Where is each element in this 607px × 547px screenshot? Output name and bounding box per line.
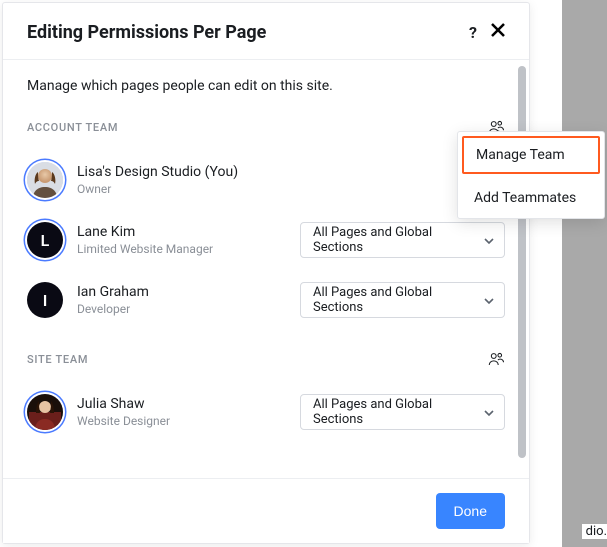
member-row: L Lane KimLimited Website Manager All Page… bbox=[27, 210, 505, 270]
section-title-account: ACCOUNT TEAM bbox=[27, 121, 118, 134]
scrollbar[interactable] bbox=[518, 66, 526, 458]
permission-select[interactable]: All Pages and Global Sections bbox=[300, 222, 505, 258]
member-role: Owner bbox=[77, 182, 505, 198]
team-icon[interactable] bbox=[487, 350, 505, 368]
background-panel bbox=[562, 0, 607, 547]
member-name: Lane Kim bbox=[77, 223, 300, 241]
team-popover: Manage Team Add Teammates bbox=[457, 131, 605, 219]
member-role: Limited Website Manager bbox=[77, 242, 300, 258]
background-text-fragment: dio. bbox=[582, 524, 607, 539]
site-team-header: SITE TEAM bbox=[27, 350, 505, 368]
permission-select-label: All Pages and Global Sections bbox=[313, 225, 484, 255]
member-name: Julia Shaw bbox=[77, 395, 300, 413]
avatar: L bbox=[27, 222, 63, 258]
done-button[interactable]: Done bbox=[436, 493, 505, 529]
help-icon[interactable]: ? bbox=[469, 23, 477, 42]
popover-item-add-teammates[interactable]: Add Teammates bbox=[458, 178, 604, 218]
permissions-modal: Editing Permissions Per Page ? Manage wh… bbox=[2, 2, 530, 544]
popover-item-manage-team[interactable]: Manage Team bbox=[462, 136, 600, 174]
close-icon[interactable] bbox=[489, 21, 507, 43]
avatar: I bbox=[27, 282, 63, 318]
member-row: Julia ShawWebsite Designer All Pages and … bbox=[27, 382, 505, 442]
member-info: Lisa's Design Studio (You)Owner bbox=[77, 163, 505, 198]
member-row: Lisa's Design Studio (You)Owner bbox=[27, 150, 505, 210]
permission-select-label: All Pages and Global Sections bbox=[313, 285, 484, 315]
modal-title: Editing Permissions Per Page bbox=[27, 22, 266, 43]
modal-subtitle: Manage which pages people can edit on th… bbox=[27, 78, 505, 94]
modal-body: Manage which pages people can edit on th… bbox=[3, 60, 529, 478]
member-info: Ian GrahamDeveloper bbox=[77, 283, 300, 318]
modal-footer: Done bbox=[3, 478, 529, 543]
member-info: Julia ShawWebsite Designer bbox=[77, 395, 300, 430]
member-name: Ian Graham bbox=[77, 283, 300, 301]
chevron-down-icon bbox=[484, 235, 494, 245]
permission-select[interactable]: All Pages and Global Sections bbox=[300, 394, 505, 430]
modal-header: Editing Permissions Per Page ? bbox=[3, 3, 529, 60]
member-role: Website Designer bbox=[77, 414, 300, 430]
chevron-down-icon bbox=[484, 407, 494, 417]
permission-select[interactable]: All Pages and Global Sections bbox=[300, 282, 505, 318]
permission-select-label: All Pages and Global Sections bbox=[313, 397, 484, 427]
avatar bbox=[27, 162, 63, 198]
member-row: I Ian GrahamDeveloper All Pages and Global… bbox=[27, 270, 505, 330]
member-name: Lisa's Design Studio (You) bbox=[77, 163, 505, 181]
member-info: Lane KimLimited Website Manager bbox=[77, 223, 300, 258]
avatar bbox=[27, 394, 63, 430]
account-team-header: ACCOUNT TEAM bbox=[27, 118, 505, 136]
section-title-site: SITE TEAM bbox=[27, 353, 88, 366]
chevron-down-icon bbox=[484, 295, 494, 305]
member-role: Developer bbox=[77, 302, 300, 318]
